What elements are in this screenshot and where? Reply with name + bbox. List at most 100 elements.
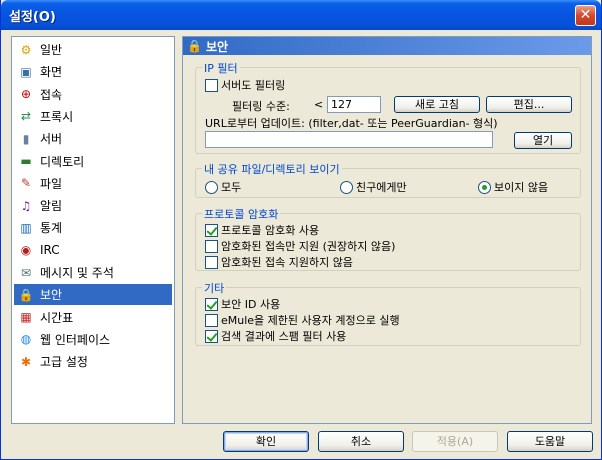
nav-item-label: 보안 — [40, 288, 63, 303]
reload-button[interactable]: 새로 고침 — [394, 96, 480, 113]
encryption-option-row[interactable]: 프로토콜 암호화 사용 — [205, 222, 319, 238]
restricted-account-label: eMule을 제한된 사용자 계정으로 실행 — [221, 314, 400, 327]
share-visibility-legend: 내 공유 파일/디렉토리 보이기 — [202, 161, 342, 177]
proxy-icon: ⇄ — [20, 109, 32, 124]
encryption-only-label: 암호화된 접속만 지원 (권장하지 않음) — [221, 240, 396, 253]
ip-filter-legend: IP 필터 — [202, 60, 240, 76]
web-icon: ◍ — [20, 332, 32, 347]
connection-icon: ⊕ — [20, 87, 32, 102]
open-button[interactable]: 열기 — [514, 132, 572, 149]
close-button[interactable]: ✕ — [575, 5, 596, 26]
visibility-radio-all[interactable] — [205, 180, 218, 194]
security-panel: 🔒 보안 IP 필터 서버도 필터링 필터링 수준: < 127 새로 고침 편… — [182, 36, 592, 424]
encryption-only-checkbox[interactable] — [205, 239, 218, 253]
encryption-enable-label: 프로토콜 암호화 사용 — [221, 224, 320, 237]
filter-level-operator: < — [314, 98, 324, 111]
encryption-enable-checkbox[interactable] — [205, 223, 218, 237]
settings-window: 설정(O) ✕ ⚙ 일반 ▣ 화면 ⊕ 접속 ⇄ 프록시 ▮ 서버 ▬ 디렉토리 ✎ 파일 ♫ 알림 ▥ 통계 ◉ I… — [0, 0, 602, 460]
misc-legend: 기타 — [202, 280, 227, 296]
url-input[interactable] — [205, 131, 493, 148]
irc-icon: ◉ — [20, 243, 32, 258]
ip-filter-group: IP 필터 서버도 필터링 필터링 수준: < 127 새로 고침 편집... … — [195, 60, 581, 154]
apply-button[interactable]: 적용(A) — [412, 431, 498, 452]
secure-id-checkbox[interactable] — [205, 297, 218, 311]
nav-item-label: 디렉토리 — [40, 154, 85, 169]
visibility-option-all[interactable]: 모두 — [205, 179, 241, 195]
gear-icon: ⚙ — [20, 42, 32, 57]
nav-item-label: 알림 — [40, 199, 63, 214]
file-icon: ✎ — [20, 176, 32, 191]
message-icon: ✉ — [20, 265, 32, 280]
nav-item-7[interactable]: ♫ 알림 — [14, 195, 172, 216]
server-icon: ▮ — [22, 131, 30, 146]
nav-item-12[interactable]: ▦ 시간표 — [14, 307, 172, 328]
nav-item-5[interactable]: ▬ 디렉토리 — [14, 151, 172, 172]
encryption-option-row[interactable]: 암호화된 접속만 지원 (권장하지 않음) — [205, 238, 395, 254]
misc-option-row[interactable]: 보안 ID 사용 — [205, 296, 280, 312]
nav-item-label: 일반 — [40, 43, 63, 57]
nav-item-1[interactable]: ▣ 화면 — [14, 61, 172, 82]
ok-button[interactable]: 확인 — [223, 431, 309, 452]
nav-item-2[interactable]: ⊕ 접속 — [14, 84, 172, 105]
protocol-encryption-group: 프로토콜 암호화 프로토콜 암호화 사용 암호화된 접속만 지원 (권장하지 않… — [195, 206, 581, 271]
panel-header: 🔒 보안 — [183, 37, 591, 55]
nav-item-label: 파일 — [40, 176, 63, 191]
nav-item-label: 시간표 — [40, 310, 74, 325]
edit-button[interactable]: 편집... — [486, 96, 572, 113]
visibility-option-friends[interactable]: 친구에게만 — [340, 179, 407, 195]
lock-icon: 🔒 — [18, 287, 34, 302]
nav-item-8[interactable]: ▥ 통계 — [14, 217, 172, 238]
url-update-label: URL로부터 업데이트: (filter,dat- 또는 PeerGuardia… — [205, 117, 498, 130]
nav-item-label: IRC — [40, 243, 60, 258]
restricted-account-checkbox[interactable] — [205, 313, 218, 327]
nav-item-3[interactable]: ⇄ 프록시 — [14, 106, 172, 127]
spam-filter-checkbox[interactable] — [205, 329, 218, 343]
spam-filter-label: 검색 결과에 스팸 필터 사용 — [221, 330, 347, 343]
lock-icon: 🔒 — [187, 39, 202, 53]
server-filter-checkbox[interactable] — [205, 78, 218, 92]
help-button[interactable]: 도움말 — [507, 431, 593, 452]
nav-item-14[interactable]: ✱ 고급 설정 — [14, 351, 172, 372]
nav-item-4[interactable]: ▮ 서버 — [14, 128, 172, 149]
monitor-icon: ▣ — [20, 64, 32, 79]
nav-item-label: 웹 인터페이스 — [40, 332, 111, 347]
misc-option-row[interactable]: eMule을 제한된 사용자 계정으로 실행 — [205, 312, 400, 328]
calendar-icon: ▦ — [20, 310, 32, 325]
visibility-radio-none[interactable] — [478, 180, 491, 194]
visibility-radio-friends[interactable] — [340, 180, 353, 194]
nav-item-label: 메시지 및 주석 — [40, 266, 114, 280]
folder-icon: ▬ — [20, 154, 32, 168]
cancel-button[interactable]: 취소 — [318, 431, 404, 452]
nav-item-label: 프록시 — [40, 109, 74, 124]
server-filter-checkbox-row[interactable]: 서버도 필터링 — [205, 77, 285, 93]
notification-icon: ♫ — [20, 198, 32, 213]
nav-item-13[interactable]: ◍ 웹 인터페이스 — [14, 329, 172, 350]
misc-option-row[interactable]: 검색 결과에 스팸 필터 사용 — [205, 328, 346, 344]
nav-item-label: 서버 — [40, 132, 63, 147]
visibility-option-none[interactable]: 보이지 않음 — [478, 179, 548, 195]
title-bar[interactable]: 설정(O) ✕ — [1, 0, 601, 30]
encryption-option-row[interactable]: 암호화된 접속 지원하지 않음 — [205, 254, 353, 270]
server-filter-label: 서버도 필터링 — [221, 79, 286, 92]
nav-item-label: 접속 — [40, 87, 63, 102]
nav-item-label: 고급 설정 — [40, 355, 88, 370]
window-title: 설정(O) — [9, 10, 56, 25]
nav-item-0[interactable]: ⚙ 일반 — [14, 39, 172, 60]
encryption-disable-checkbox[interactable] — [205, 255, 218, 269]
visibility-label-all: 모두 — [221, 181, 242, 194]
secure-id-label: 보안 ID 사용 — [221, 298, 281, 311]
filter-level-input[interactable]: 127 — [327, 96, 381, 113]
nav-item-10[interactable]: ✉ 메시지 및 주석 — [14, 262, 172, 283]
nav-item-11[interactable]: 🔒 보안 — [14, 284, 172, 306]
nav-item-label: 통계 — [40, 221, 63, 236]
encryption-disable-label: 암호화된 접속 지원하지 않음 — [221, 256, 353, 269]
advanced-icon: ✱ — [20, 354, 32, 369]
misc-group: 기타 보안 ID 사용 eMule을 제한된 사용자 계정으로 실행 검색 결과… — [195, 280, 581, 346]
visibility-label-none: 보이지 않음 — [494, 181, 549, 194]
category-list[interactable]: ⚙ 일반 ▣ 화면 ⊕ 접속 ⇄ 프록시 ▮ 서버 ▬ 디렉토리 ✎ 파일 ♫ 알림 ▥ 통계 ◉ IRC ✉ 메시지 및… — [11, 36, 175, 424]
visibility-label-friends: 친구에게만 — [356, 181, 407, 194]
statistics-icon: ▥ — [20, 220, 32, 235]
nav-item-label: 화면 — [40, 65, 63, 80]
nav-item-9[interactable]: ◉ IRC — [14, 240, 172, 261]
nav-item-6[interactable]: ✎ 파일 — [14, 173, 172, 194]
